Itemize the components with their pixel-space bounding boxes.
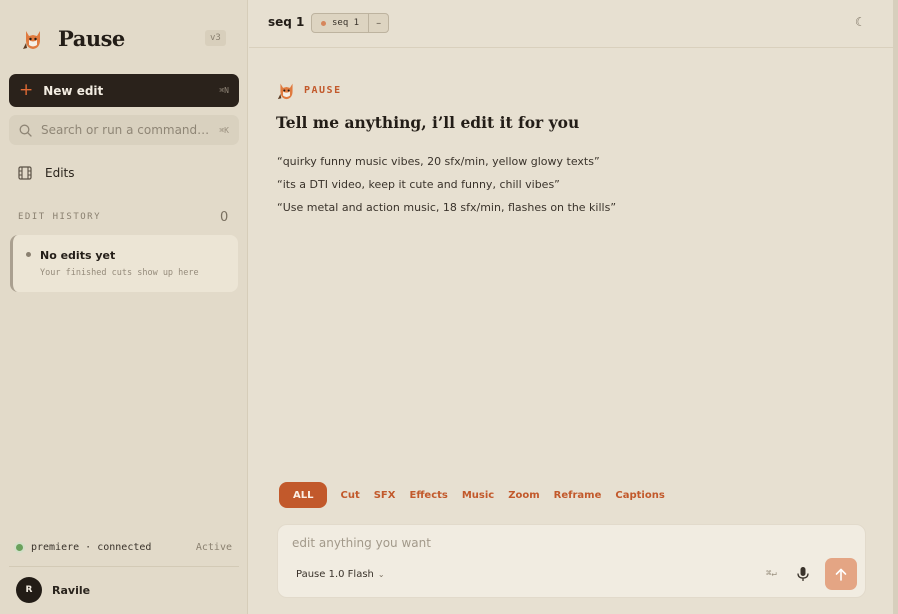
sidebar-item-edits[interactable]: Edits bbox=[18, 166, 75, 180]
example-prompts: “quirky funny music vibes, 20 sfx/min, y… bbox=[277, 155, 616, 224]
send-arrow-icon bbox=[835, 568, 847, 581]
plus-icon: + bbox=[19, 80, 34, 100]
brand[interactable]: Pause bbox=[22, 26, 125, 51]
film-icon bbox=[18, 166, 32, 180]
edit-history-count: 0 bbox=[220, 210, 229, 225]
new-edit-shortcut: ⌘N bbox=[219, 86, 229, 95]
cat-logo-icon bbox=[277, 83, 293, 100]
hero-brand-label: PAUSE bbox=[304, 85, 342, 96]
connection-status-text: premiere · connected bbox=[31, 542, 152, 553]
filter-cut[interactable]: Cut bbox=[340, 490, 359, 501]
filter-effects[interactable]: Effects bbox=[409, 490, 447, 501]
filter-sfx[interactable]: SFX bbox=[374, 490, 396, 501]
prompt-composer[interactable]: edit anything you want Pause 1.0 Flash ⌄… bbox=[277, 524, 866, 598]
filter-music[interactable]: Music bbox=[462, 490, 494, 501]
edit-history-heading: EDIT HISTORY bbox=[18, 212, 102, 222]
example-prompt[interactable]: “Use metal and action music, 18 sfx/min,… bbox=[277, 201, 616, 224]
tab-seq-1-main[interactable]: seq 1 bbox=[312, 14, 368, 32]
filter-reframe[interactable]: Reframe bbox=[554, 490, 602, 501]
filter-all[interactable]: ALL bbox=[279, 482, 328, 508]
filter-zoom[interactable]: Zoom bbox=[508, 490, 539, 501]
model-selector[interactable]: Pause 1.0 Flash ⌄ bbox=[296, 569, 385, 580]
connection-state: Active bbox=[195, 542, 232, 553]
filter-chips: ALL Cut SFX Effects Music Zoom Reframe C… bbox=[279, 482, 665, 508]
search-shortcut: ⌘K bbox=[219, 125, 229, 135]
mic-icon[interactable] bbox=[796, 566, 810, 582]
filter-captions[interactable]: Captions bbox=[615, 490, 664, 501]
send-button[interactable] bbox=[825, 558, 857, 590]
cat-logo-icon bbox=[23, 30, 40, 49]
search-placeholder: Search or run a command… bbox=[41, 123, 210, 137]
search-icon bbox=[19, 124, 32, 137]
prompt-input[interactable]: edit anything you want bbox=[292, 536, 431, 550]
sidebar-item-edits-label: Edits bbox=[45, 166, 75, 180]
sidebar: Pause v3 + New edit ⌘N Search or run a c… bbox=[0, 0, 248, 614]
tab-label: seq 1 bbox=[332, 18, 360, 28]
example-prompt[interactable]: “its a DTI video, keep it cute and funny… bbox=[277, 178, 616, 201]
hero-brand: PAUSE bbox=[277, 80, 342, 101]
empty-state-title: No edits yet bbox=[40, 249, 116, 262]
tab-close-button[interactable]: – bbox=[368, 14, 388, 32]
tab-seq-1[interactable]: seq 1 – bbox=[311, 13, 390, 33]
empty-state-subtitle: Your finished cuts show up here bbox=[40, 268, 199, 278]
page-title: Tell me anything, i’ll edit it for you bbox=[276, 113, 580, 132]
sequence-title: seq 1 bbox=[268, 15, 305, 29]
command-search-input[interactable]: Search or run a command… ⌘K bbox=[9, 115, 239, 145]
model-name: Pause 1.0 Flash bbox=[296, 569, 374, 580]
user-profile[interactable]: R Ravile bbox=[16, 577, 90, 603]
edit-history-empty-state: No edits yet Your finished cuts show up … bbox=[10, 235, 238, 292]
brand-name: Pause bbox=[58, 26, 125, 51]
new-edit-button[interactable]: + New edit ⌘N bbox=[9, 74, 239, 107]
version-badge: v3 bbox=[205, 30, 226, 46]
tab-dot bbox=[321, 20, 326, 26]
sidebar-divider bbox=[9, 566, 239, 567]
moon-icon[interactable]: ☾ bbox=[855, 15, 866, 29]
new-edit-label: New edit bbox=[43, 83, 104, 98]
example-prompt[interactable]: “quirky funny music vibes, 20 sfx/min, y… bbox=[277, 155, 616, 178]
chevron-down-icon: ⌄ bbox=[377, 570, 385, 579]
status-indicator bbox=[16, 544, 23, 551]
connection-status: premiere · connected Active bbox=[16, 542, 232, 553]
user-name: Ravile bbox=[52, 583, 91, 597]
top-bar: seq 1 seq 1 – ☾ bbox=[249, 0, 898, 48]
submit-shortcut: ⌘↵ bbox=[766, 569, 777, 579]
window-edge bbox=[893, 0, 898, 614]
empty-state-dot bbox=[26, 252, 31, 257]
avatar: R bbox=[16, 577, 42, 603]
